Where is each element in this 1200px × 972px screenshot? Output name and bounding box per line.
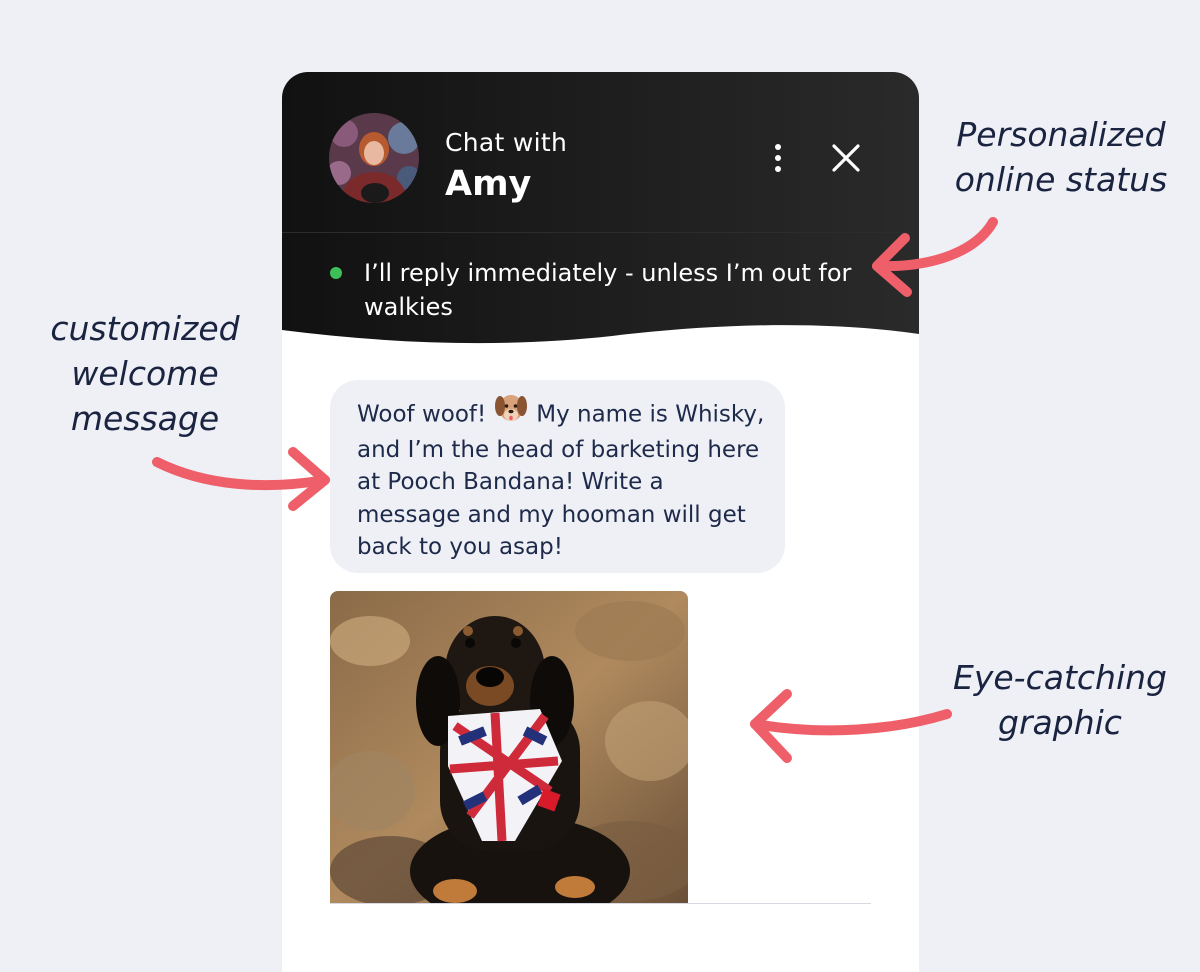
close-icon bbox=[832, 144, 860, 172]
chat-header: Chat with Amy I’ll reply immediately - u… bbox=[282, 72, 919, 347]
annotation-arrow-welcome-message bbox=[152, 447, 330, 511]
agent-avatar bbox=[329, 113, 419, 203]
welcome-message-bubble: Woof woof! My name is Whisky, and I’m th… bbox=[330, 380, 785, 573]
online-status-text: I’ll reply immediately - unless I’m out … bbox=[364, 259, 852, 321]
annotation-welcome-message: customized welcome message bbox=[50, 309, 240, 438]
close-button[interactable] bbox=[830, 142, 862, 174]
dog-bandana-photo bbox=[330, 591, 688, 903]
more-options-button[interactable] bbox=[766, 138, 790, 178]
chat-widget: Chat with Amy I’ll reply immediately - u… bbox=[282, 72, 919, 972]
chat-title-prefix: Chat with bbox=[445, 128, 568, 157]
annotation-arrow-online-status bbox=[872, 217, 998, 297]
message-divider bbox=[330, 903, 871, 904]
dog-face-emoji-icon bbox=[494, 390, 528, 434]
online-status-dot bbox=[330, 267, 342, 279]
annotation-graphic: Eye-catching graphic bbox=[953, 658, 1167, 742]
vertical-dots-icon bbox=[775, 144, 781, 150]
welcome-text-part1: Woof woof! bbox=[357, 401, 487, 428]
agent-name: Amy bbox=[445, 164, 532, 204]
annotation-arrow-graphic bbox=[750, 689, 952, 763]
annotation-online-status: Personalized online status bbox=[954, 115, 1168, 199]
